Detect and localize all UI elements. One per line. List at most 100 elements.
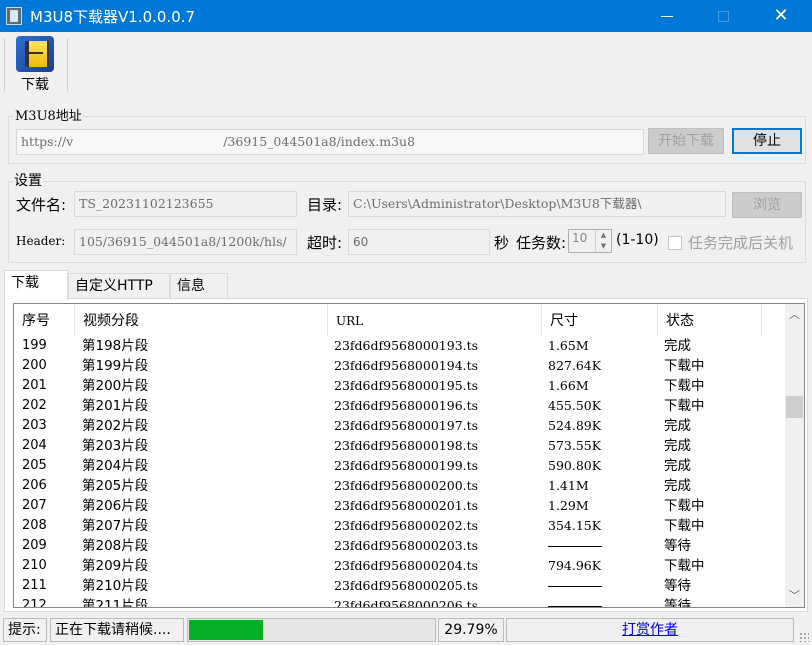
list-header: 序号 视频分段 URL 尺寸 状态 [14,304,774,336]
row-seq: 206 [22,478,47,493]
row-url: 23fd6df9568000206.ts [334,598,479,608]
list-row[interactable]: 203 第202片段 23fd6df9568000197.ts 524.89K 完成 [14,416,774,436]
row-url: 23fd6df9568000201.ts [334,498,479,513]
row-seq: 202 [22,398,47,413]
tasks-spinner[interactable]: 10 ▲ ▼ [568,229,612,253]
row-status: 下载中 [664,378,705,394]
directory-input[interactable]: C:\Users\Administrator\Desktop\M3U8下载器\ [348,191,726,217]
column-header-size[interactable]: 尺寸 [542,304,658,336]
row-segment: 第207片段 [82,518,149,534]
row-url: 23fd6df9568000193.ts [334,338,479,353]
row-seq: 205 [22,458,47,473]
list-row[interactable]: 204 第203片段 23fd6df9568000198.ts 573.55K 完成 [14,436,774,456]
tab-custom-http-header[interactable]: 自定义HTTP头 [68,273,170,318]
list-row[interactable]: 211 第210片段 23fd6df9568000205.ts 等待 [14,576,774,596]
title-bar[interactable]: M3U8下载器V1.0.0.0.7 ✕ [0,0,812,32]
row-url: 23fd6df9568000196.ts [334,398,479,413]
row-segment: 第201片段 [82,398,149,414]
row-seq: 210 [22,558,47,573]
maximize-button[interactable] [700,0,746,32]
resize-grip-icon[interactable] [799,632,809,642]
list-row[interactable]: 212 第211片段 23fd6df9568000206.ts 等待 [14,596,774,608]
row-segment: 第209片段 [82,558,149,574]
row-seq: 212 [22,598,47,608]
list-row[interactable]: 202 第201片段 23fd6df9568000196.ts 455.50K 下载中 [14,396,774,416]
row-seq: 199 [22,338,47,353]
column-header-seq[interactable]: 序号 [14,304,75,336]
status-hint-label: 提示: [3,618,47,642]
directory-label: 目录: [307,196,343,214]
list-row[interactable]: 210 第209片段 23fd6df9568000204.ts 794.96K 下载中 [14,556,774,576]
row-segment: 第200片段 [82,378,149,394]
row-size: 1.65M [548,338,589,353]
shutdown-label[interactable]: 任务完成后关机 [688,232,793,253]
column-header-url[interactable]: URL [328,304,542,336]
row-url: 23fd6df9568000195.ts [334,378,479,393]
minimize-button[interactable] [644,0,690,32]
browse-button[interactable]: 浏览 [732,192,802,218]
timeout-label: 超时: [307,234,343,252]
row-segment: 第199片段 [82,358,149,374]
row-status: 等待 [664,598,691,608]
row-seq: 201 [22,378,47,393]
header-label: Header: [16,234,66,248]
tab-info[interactable]: 信息 [170,273,228,298]
list-row[interactable]: 200 第199片段 23fd6df9568000194.ts 827.64K 下载中 [14,356,774,376]
scrollbar-thumb[interactable] [786,396,803,418]
column-header-segment[interactable]: 视频分段 [75,304,328,336]
list-row[interactable]: 208 第207片段 23fd6df9568000202.ts 354.15K 下载中 [14,516,774,536]
app-icon [6,7,22,25]
row-status: 等待 [664,538,691,554]
timeout-input[interactable]: 60 [348,229,490,255]
row-seq: 204 [22,438,47,453]
header-input[interactable]: 105/36915_044501a8/1200k/hls/ [74,229,297,255]
download-progress-bar [187,618,436,642]
tasks-range-label: (1-10) [616,232,659,248]
row-size-empty [548,606,602,607]
row-url: 23fd6df9568000197.ts [334,418,479,433]
list-row[interactable]: 205 第204片段 23fd6df9568000199.ts 590.80K 完成 [14,456,774,476]
shutdown-checkbox[interactable] [668,236,682,250]
start-download-button[interactable]: 开始下载 [648,128,724,154]
row-url: 23fd6df9568000194.ts [334,358,479,373]
spinner-arrows[interactable]: ▲ ▼ [595,230,611,252]
list-row[interactable]: 206 第205片段 23fd6df9568000200.ts 1.41M 完成 [14,476,774,496]
row-size: 1.41M [548,478,589,493]
spin-up-icon[interactable]: ▲ [596,230,611,241]
progress-percent: 29.79% [438,618,504,642]
filename-input[interactable]: TS_20231102123655 [74,191,297,217]
timeout-unit-label: 秒 [494,234,510,252]
list-row[interactable]: 207 第206片段 23fd6df9568000201.ts 1.29M 下载中 [14,496,774,516]
row-size: 1.66M [548,378,589,393]
segment-list[interactable]: 序号 视频分段 URL 尺寸 状态 199 第198片段 23fd6df956800… [13,303,805,608]
row-status: 完成 [664,478,691,494]
list-row[interactable]: 209 第208片段 23fd6df9568000203.ts 等待 [14,536,774,556]
stop-button[interactable]: 停止 [732,128,802,154]
row-segment: 第198片段 [82,338,149,354]
donate-link[interactable]: 打赏作者 [622,622,678,638]
spin-down-icon[interactable]: ▼ [596,241,611,252]
filename-label: 文件名: [16,196,67,214]
m3u8-url-input[interactable]: https://v /36915_044501a8/index.m3u8 [16,129,644,155]
row-size: 455.50K [548,398,602,413]
row-segment: 第204片段 [82,458,149,474]
row-seq: 200 [22,358,47,373]
row-size: 794.96K [548,558,602,573]
row-url: 23fd6df9568000198.ts [334,438,479,453]
close-button[interactable]: ✕ [758,0,804,32]
download-toolbar-label: 下载 [21,77,49,93]
column-header-status[interactable]: 状态 [658,304,762,336]
row-segment: 第205片段 [82,478,149,494]
list-row[interactable]: 199 第198片段 23fd6df9568000193.ts 1.65M 完成 [14,336,774,356]
toolbar-separator [4,38,5,92]
tab-download[interactable]: 下载 [4,270,68,300]
row-size: 590.80K [548,458,602,473]
vertical-scrollbar[interactable]: ︿ ﹀ [785,304,804,607]
list-row[interactable]: 201 第200片段 23fd6df9568000195.ts 1.66M 下载中 [14,376,774,396]
maximize-icon [717,11,729,22]
scroll-up-icon[interactable]: ︿ [785,306,804,324]
download-toolbar-button[interactable]: 下载 [10,36,60,94]
row-segment: 第211片段 [82,598,149,608]
row-url: 23fd6df9568000205.ts [334,578,479,593]
scroll-down-icon[interactable]: ﹀ [785,587,804,605]
